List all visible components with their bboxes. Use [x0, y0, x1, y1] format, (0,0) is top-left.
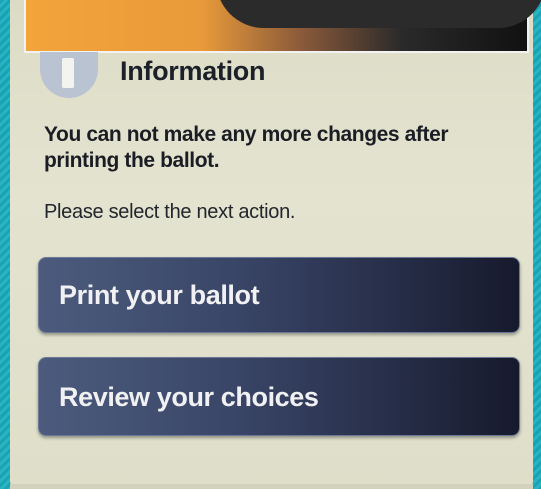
dialog-header: Information — [30, 52, 510, 102]
print-ballot-label: Print your ballot — [59, 280, 260, 310]
print-ballot-button[interactable]: Print your ballot — [38, 257, 520, 333]
camera-background-strip — [24, 0, 541, 53]
dialog-title: Information — [120, 56, 266, 86]
info-icon — [40, 52, 98, 98]
dialog-prompt: Please select the next action. — [44, 201, 296, 223]
review-choices-button[interactable]: Review your choices — [38, 357, 520, 436]
dialog-message: You can not make any more changes after … — [44, 123, 449, 172]
review-choices-label: Review your choices — [59, 382, 319, 412]
info-glyph — [62, 58, 74, 88]
screen-bottom-edge — [10, 484, 533, 489]
background-object — [216, 0, 541, 28]
